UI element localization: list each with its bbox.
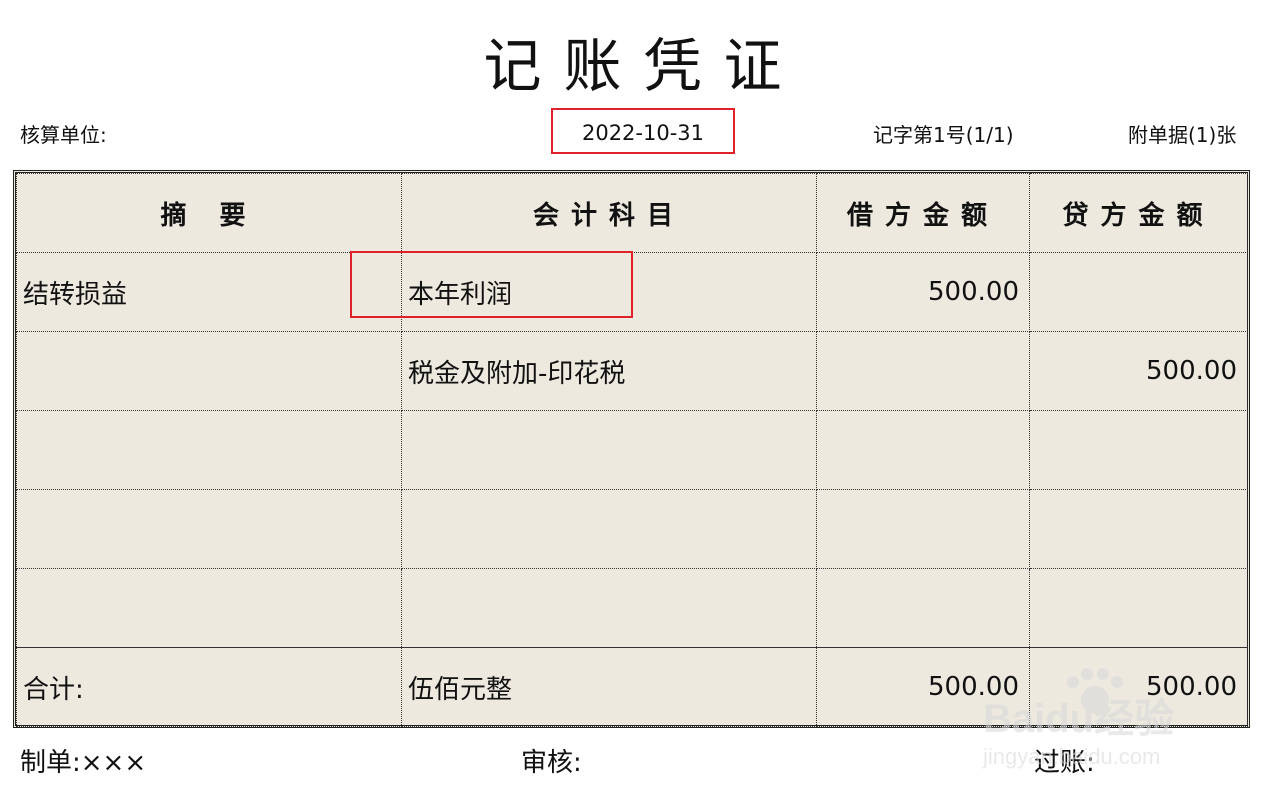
table-row[interactable]: 税金及附加-印花税 500.00 bbox=[16, 331, 1248, 411]
credit-cell[interactable]: 500.00 bbox=[1029, 331, 1248, 411]
attachment-count: 附单据(1)张 bbox=[1128, 123, 1237, 147]
credit-cell[interactable] bbox=[1029, 252, 1248, 332]
table-header-row: 摘 要 会计科目 借方金额 贷方金额 bbox=[16, 173, 1248, 253]
summary-cell[interactable] bbox=[16, 410, 402, 490]
column-header-summary: 摘 要 bbox=[16, 173, 402, 253]
summary-cell[interactable] bbox=[16, 568, 402, 648]
table-row[interactable] bbox=[16, 410, 1248, 490]
voucher-table-frame: 摘 要 会计科目 借方金额 贷方金额 结转损益 本年利润 500.00 税金及附… bbox=[13, 170, 1250, 728]
total-label: 合计: bbox=[16, 647, 402, 727]
credit-cell[interactable] bbox=[1029, 410, 1248, 490]
debit-cell[interactable]: 500.00 bbox=[816, 252, 1030, 332]
summary-cell[interactable]: 结转损益 bbox=[16, 252, 402, 332]
reviewed-by: 审核: bbox=[521, 748, 582, 778]
voucher-number: 记字第1号(1/1) bbox=[873, 123, 1014, 147]
total-amount-words: 伍佰元整 bbox=[401, 647, 817, 727]
column-header-credit: 贷方金额 bbox=[1029, 173, 1248, 253]
debit-cell[interactable] bbox=[816, 410, 1030, 490]
account-cell[interactable] bbox=[401, 489, 817, 569]
posted-by: 过账: bbox=[1034, 748, 1095, 778]
credit-cell[interactable] bbox=[1029, 489, 1248, 569]
account-cell[interactable]: 本年利润 bbox=[401, 252, 817, 332]
table-row[interactable]: 结转损益 本年利润 500.00 bbox=[16, 252, 1248, 332]
credit-cell[interactable] bbox=[1029, 568, 1248, 648]
page-title: 记账凭证 bbox=[483, 32, 804, 100]
debit-cell[interactable] bbox=[816, 489, 1030, 569]
voucher-date: 2022-10-31 bbox=[551, 108, 735, 154]
column-header-debit: 借方金额 bbox=[816, 173, 1030, 253]
prepared-by: 制单:××× bbox=[20, 748, 147, 778]
summary-cell[interactable] bbox=[16, 331, 402, 411]
voucher-table: 摘 要 会计科目 借方金额 贷方金额 结转损益 本年利润 500.00 税金及附… bbox=[16, 173, 1248, 727]
total-credit: 500.00 bbox=[1029, 647, 1248, 727]
summary-cell[interactable] bbox=[16, 489, 402, 569]
voucher-page: 记账凭证 核算单位: 2022-10-31 记字第1号(1/1) 附单据(1)张… bbox=[0, 0, 1275, 800]
table-row[interactable] bbox=[16, 568, 1248, 648]
account-cell[interactable]: 税金及附加-印花税 bbox=[401, 331, 817, 411]
accounting-unit-label: 核算单位: bbox=[20, 123, 107, 147]
account-cell[interactable] bbox=[401, 410, 817, 490]
debit-cell[interactable] bbox=[816, 331, 1030, 411]
account-cell[interactable] bbox=[401, 568, 817, 648]
column-header-account: 会计科目 bbox=[401, 173, 817, 253]
debit-cell[interactable] bbox=[816, 568, 1030, 648]
table-row[interactable] bbox=[16, 489, 1248, 569]
total-row: 合计: 伍佰元整 500.00 500.00 bbox=[16, 647, 1248, 727]
total-debit: 500.00 bbox=[816, 647, 1030, 727]
